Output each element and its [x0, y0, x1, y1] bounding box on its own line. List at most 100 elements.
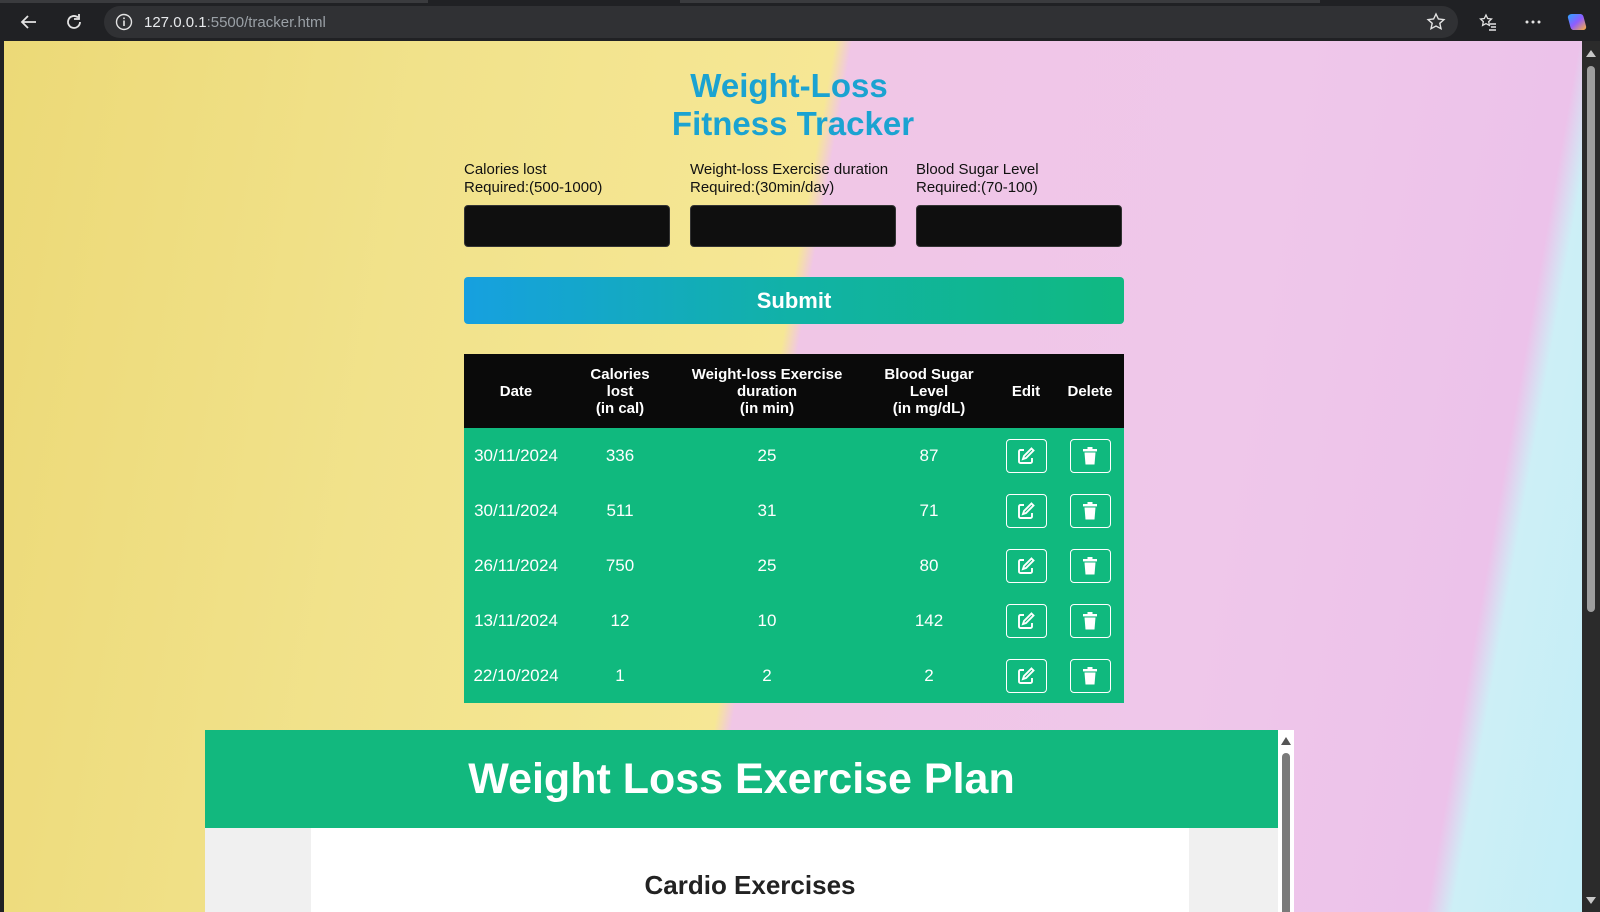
table-row: 30/11/2024 511 31 71 — [464, 483, 1124, 538]
edit-icon — [1018, 446, 1035, 464]
cell-duration: 31 — [757, 500, 777, 520]
header-edit: Edit — [1011, 382, 1041, 400]
edit-button[interactable] — [1005, 658, 1047, 693]
cell-calories: 511 — [606, 500, 634, 520]
exercise-plan-frame[interactable]: Weight Loss Exercise Plan Cardio Exercis… — [205, 730, 1294, 912]
url-path: :5500/tracker.html — [206, 13, 326, 31]
header-date: Date — [499, 382, 533, 400]
edit-icon — [1018, 611, 1035, 629]
cell-duration: 25 — [757, 555, 777, 575]
copilot-icon — [1567, 14, 1587, 30]
cell-duration: 10 — [757, 610, 777, 630]
header-blood-sugar: Blood Sugar Level (in mg/dL) — [884, 365, 974, 417]
edit-icon — [1018, 666, 1035, 684]
cell-blood-sugar: 2 — [924, 665, 934, 685]
blood-sugar-label-text: Blood Sugar Level — [916, 161, 1039, 178]
back-button[interactable] — [14, 7, 44, 37]
favorite-star-icon[interactable] — [1426, 12, 1446, 37]
delete-button[interactable] — [1069, 603, 1111, 638]
trash-icon — [1083, 666, 1097, 684]
blood-sugar-input[interactable] — [916, 205, 1122, 247]
cell-duration: 2 — [762, 665, 772, 685]
more-menu-button[interactable] — [1518, 7, 1548, 37]
reload-icon — [67, 14, 81, 29]
calories-input[interactable] — [464, 205, 670, 247]
header-duration: Weight-loss Exercise duration (in min) — [691, 365, 843, 417]
trash-icon — [1083, 446, 1097, 464]
copilot-button[interactable] — [1562, 7, 1592, 37]
cell-blood-sugar: 142 — [914, 610, 944, 630]
ellipsis-icon — [1525, 20, 1541, 24]
header-delete: Delete — [1067, 382, 1113, 400]
header-calories: Calories lost (in cal) — [590, 365, 650, 417]
calories-required-text: Required:(500-1000) — [464, 179, 603, 196]
duration-label: Weight-loss Exercise duration Required:(… — [690, 161, 896, 197]
tab-strip-hint — [0, 0, 428, 3]
edit-button[interactable] — [1005, 438, 1047, 473]
edit-icon — [1018, 501, 1035, 519]
favorites-list-icon — [1479, 13, 1496, 31]
edit-button[interactable] — [1005, 493, 1047, 528]
scroll-down-arrow-icon[interactable] — [1586, 897, 1596, 904]
calories-field: Calories lost Required:(500-1000) — [464, 161, 670, 247]
trash-icon — [1083, 501, 1097, 519]
page-scrollbar[interactable] — [1582, 41, 1600, 912]
blood-sugar-label: Blood Sugar Level Required:(70-100) — [916, 161, 1122, 197]
page-scrollbar-thumb[interactable] — [1587, 66, 1595, 612]
calories-label-text: Calories lost — [464, 161, 547, 178]
table-row: 13/11/2024 12 10 142 — [464, 593, 1124, 648]
delete-button[interactable] — [1069, 548, 1111, 583]
table-header-row: Date Calories lost (in cal) Weight-loss … — [464, 354, 1124, 428]
cell-calories: 750 — [605, 555, 635, 575]
page-title: Weight-Loss Fitness Tracker — [4, 67, 1582, 143]
cell-blood-sugar: 80 — [919, 555, 939, 575]
url-text: 127.0.0.1:5500/tracker.html — [144, 14, 326, 31]
delete-button[interactable] — [1069, 438, 1111, 473]
calories-label: Calories lost Required:(500-1000) — [464, 161, 670, 197]
frame-scrollbar-thumb[interactable] — [1282, 753, 1290, 912]
cell-date: 13/11/2024 — [474, 610, 558, 630]
browser-toolbar: 127.0.0.1:5500/tracker.html — [0, 0, 1600, 41]
duration-required-text: Required:(30min/day) — [690, 179, 835, 196]
table-row: 22/10/2024 1 2 2 — [464, 648, 1124, 703]
trash-icon — [1083, 556, 1097, 574]
cell-blood-sugar: 87 — [919, 445, 939, 465]
favorites-button[interactable] — [1473, 7, 1503, 37]
delete-button[interactable] — [1069, 658, 1111, 693]
page-viewport: Weight-Loss Fitness Tracker Calories los… — [4, 41, 1582, 912]
delete-button[interactable] — [1069, 493, 1111, 528]
duration-input[interactable] — [690, 205, 896, 247]
duration-field: Weight-loss Exercise duration Required:(… — [690, 161, 896, 247]
entries-table: Date Calories lost (in cal) Weight-loss … — [464, 354, 1124, 703]
edit-button[interactable] — [1005, 603, 1047, 638]
url-host: 127.0.0.1 — [144, 13, 207, 31]
cardio-section-card: Cardio Exercises — [311, 828, 1189, 912]
scroll-up-arrow-icon[interactable] — [1281, 737, 1291, 745]
table-row: 26/11/2024 750 25 80 — [464, 538, 1124, 593]
cell-calories: 12 — [610, 610, 630, 630]
cell-calories: 1 — [615, 665, 625, 685]
blood-sugar-field: Blood Sugar Level Required:(70-100) — [916, 161, 1122, 247]
edit-icon — [1018, 556, 1035, 574]
page-title-line-2: Fitness Tracker — [671, 105, 915, 142]
address-bar[interactable]: 127.0.0.1:5500/tracker.html — [104, 6, 1458, 38]
tab-strip-hint — [680, 0, 1320, 3]
scroll-up-arrow-icon[interactable] — [1586, 50, 1596, 57]
exercise-plan-heading: Weight Loss Exercise Plan — [205, 730, 1278, 828]
site-info-icon[interactable] — [104, 13, 144, 31]
page-title-line-1: Weight-Loss — [690, 67, 888, 104]
cell-calories: 336 — [605, 445, 635, 465]
frame-scrollbar[interactable] — [1278, 730, 1294, 912]
cell-duration: 25 — [757, 445, 777, 465]
edit-button[interactable] — [1005, 548, 1047, 583]
back-arrow-icon — [20, 15, 36, 29]
reload-button[interactable] — [59, 7, 89, 37]
table-row: 30/11/2024 336 25 87 — [464, 428, 1124, 483]
cell-date: 30/11/2024 — [474, 500, 558, 520]
trash-icon — [1083, 611, 1097, 629]
cell-date: 26/11/2024 — [474, 555, 558, 575]
cell-blood-sugar: 71 — [919, 500, 939, 520]
submit-button[interactable]: Submit — [464, 277, 1124, 324]
cell-date: 30/11/2024 — [474, 445, 558, 465]
cell-date: 22/10/2024 — [473, 665, 559, 685]
